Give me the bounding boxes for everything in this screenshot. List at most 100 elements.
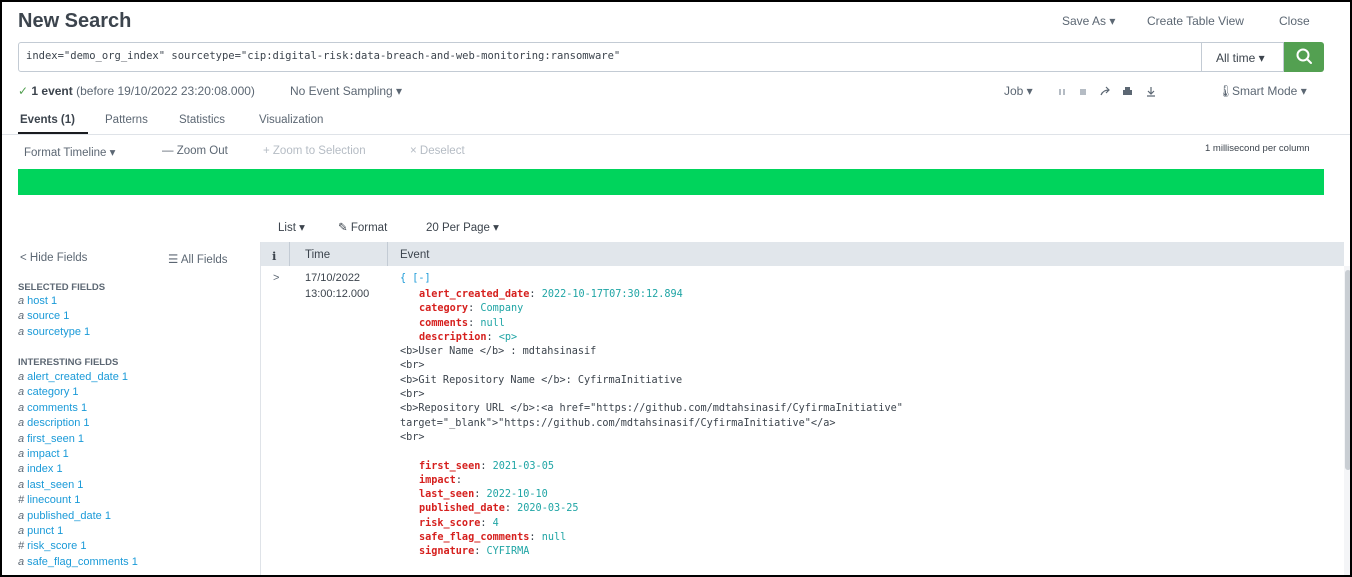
field-item-safe-flag-comments[interactable]: a safe_flag_comments 1	[18, 556, 138, 571]
field-type: a	[18, 524, 25, 537]
tab-patterns[interactable]: Patterns	[105, 114, 148, 126]
event-field-key[interactable]: comments	[419, 318, 468, 329]
column-time[interactable]: Time	[305, 249, 330, 261]
search-query-text[interactable]: index="demo_org_index" sourcetype="cip:d…	[26, 50, 620, 62]
event-field-key[interactable]: last_seen	[419, 489, 474, 500]
event-raw-text: <b>Repository URL </b>:<a href="https://…	[400, 403, 903, 415]
field-name: category	[27, 386, 70, 399]
separator: :	[474, 546, 487, 558]
event-field-value[interactable]: Company	[480, 303, 523, 314]
zoom-out-button[interactable]: — Zoom Out	[162, 145, 228, 157]
all-fields-label: All Fields	[180, 254, 228, 266]
field-item-alert-created-date[interactable]: a alert_created_date 1	[18, 371, 138, 386]
format-button[interactable]: ✎ Format	[338, 220, 387, 234]
all-fields-button[interactable]: ☰ All Fields	[168, 252, 228, 266]
field-count: 1	[84, 325, 91, 338]
event-field-value[interactable]: 2022-10-17T07:30:12.894	[542, 289, 683, 300]
event-field-key[interactable]: description	[419, 332, 486, 343]
field-name: first_seen	[27, 432, 75, 445]
tab-events[interactable]: Events (1)	[20, 114, 75, 126]
field-item-category[interactable]: a category 1	[18, 386, 138, 401]
field-count: 1	[80, 540, 87, 553]
export-icon[interactable]	[1147, 87, 1155, 97]
event-line: alert_created_date: 2022-10-17T07:30:12.…	[400, 289, 903, 303]
field-item-sourcetype[interactable]: a sourcetype 1	[18, 326, 90, 341]
timeline-bar[interactable]	[18, 169, 1324, 195]
create-table-view-button[interactable]: Create Table View	[1147, 14, 1244, 28]
scrollbar-thumb[interactable]	[1345, 270, 1350, 470]
event-field-key[interactable]: category	[419, 303, 468, 314]
share-icon[interactable]	[1100, 86, 1110, 96]
field-item-host[interactable]: a host 1	[18, 295, 90, 310]
event-line	[400, 446, 903, 460]
search-button[interactable]	[1284, 42, 1324, 72]
field-item-punct[interactable]: a punct 1	[18, 525, 138, 540]
field-item-description[interactable]: a description 1	[18, 417, 138, 432]
field-item-index[interactable]: a index 1	[18, 463, 138, 478]
job-menu[interactable]: Job ▾	[1004, 84, 1033, 98]
field-item-impact[interactable]: a impact 1	[18, 448, 138, 463]
event-field-key[interactable]: safe_flag_comments	[419, 532, 529, 543]
per-page-menu[interactable]: 20 Per Page ▾	[426, 220, 499, 234]
event-field-key[interactable]: alert_created_date	[419, 289, 529, 300]
collapse-json-toggle[interactable]: { [-]	[400, 273, 431, 284]
event-field-value[interactable]: null	[480, 318, 505, 329]
field-name: host	[27, 295, 48, 307]
event-field-value[interactable]: CYFIRMA	[486, 546, 529, 557]
hide-fields-button[interactable]: < Hide Fields	[20, 252, 87, 264]
event-time[interactable]: 13:00:12.000	[305, 288, 369, 300]
tab-visualization[interactable]: Visualization	[259, 114, 323, 126]
field-item-linecount[interactable]: # linecount 1	[18, 494, 138, 509]
selected-fields-heading: SELECTED FIELDS	[18, 282, 106, 293]
event-field-value[interactable]: null	[542, 532, 567, 543]
event-line: <br>	[400, 389, 903, 403]
expand-row-icon[interactable]: >	[273, 272, 279, 284]
field-count: 1	[83, 417, 90, 430]
field-item-source[interactable]: a source 1	[18, 310, 90, 325]
field-type: #	[18, 540, 25, 553]
list-view-menu[interactable]: List ▾	[278, 220, 305, 234]
event-line: target="_blank">"https://github.com/mdta…	[400, 418, 903, 432]
event-field-key[interactable]: first_seen	[419, 461, 480, 472]
print-icon[interactable]	[1123, 87, 1132, 95]
field-item-last-seen[interactable]: a last_seen 1	[18, 479, 138, 494]
header-divider	[289, 242, 290, 266]
field-name: last_seen	[27, 478, 75, 491]
event-field-value[interactable]: 2021-03-05	[493, 461, 554, 472]
event-sampling-menu[interactable]: No Event Sampling ▾	[290, 84, 402, 98]
field-item-published-date[interactable]: a published_date 1	[18, 510, 138, 525]
event-field-value[interactable]: <p>	[499, 332, 517, 343]
event-date[interactable]: 17/10/2022	[305, 272, 360, 284]
event-line: category: Company	[400, 303, 903, 317]
event-field-key[interactable]: impact	[419, 475, 456, 486]
pause-icon[interactable]	[1059, 89, 1065, 95]
search-mode-menu[interactable]: Smart Mode ▾	[1232, 84, 1307, 98]
event-field-value[interactable]: 2022-10-10	[486, 489, 547, 500]
tab-statistics[interactable]: Statistics	[179, 114, 225, 126]
event-body: alert_created_date: 2022-10-17T07:30:12.…	[400, 289, 903, 561]
event-field-key[interactable]: risk_score	[419, 518, 480, 529]
field-item-risk-score[interactable]: # risk_score 1	[18, 540, 138, 555]
close-button[interactable]: Close	[1279, 14, 1310, 28]
save-as-menu[interactable]: Save As ▾	[1062, 14, 1115, 28]
event-field-key[interactable]: published_date	[419, 503, 505, 514]
deselect-button[interactable]: × Deselect	[410, 145, 465, 157]
field-name: sourcetype	[27, 325, 81, 338]
stop-icon[interactable]	[1080, 89, 1086, 95]
field-name: comments	[27, 401, 78, 414]
event-field-value[interactable]: 2020-03-25	[517, 503, 578, 514]
field-type: a	[18, 432, 25, 445]
field-count: 1	[80, 401, 88, 414]
format-timeline-menu[interactable]: Format Timeline ▾	[24, 145, 115, 159]
field-item-comments[interactable]: a comments 1	[18, 402, 138, 417]
zoom-to-selection-button[interactable]: + Zoom to Selection	[263, 145, 366, 157]
event-raw-text: <b>Git Repository Name </b>: CyfirmaInit…	[400, 374, 683, 386]
event-raw-text: <br>	[400, 431, 425, 443]
event-field-value[interactable]: 4	[493, 518, 499, 529]
time-range-picker[interactable]: All time ▾	[1202, 42, 1284, 72]
field-count: 1	[50, 295, 58, 307]
field-item-first-seen[interactable]: a first_seen 1	[18, 433, 138, 448]
field-name: punct	[27, 524, 55, 537]
field-count: 1	[62, 447, 69, 460]
event-field-key[interactable]: signature	[419, 546, 474, 557]
